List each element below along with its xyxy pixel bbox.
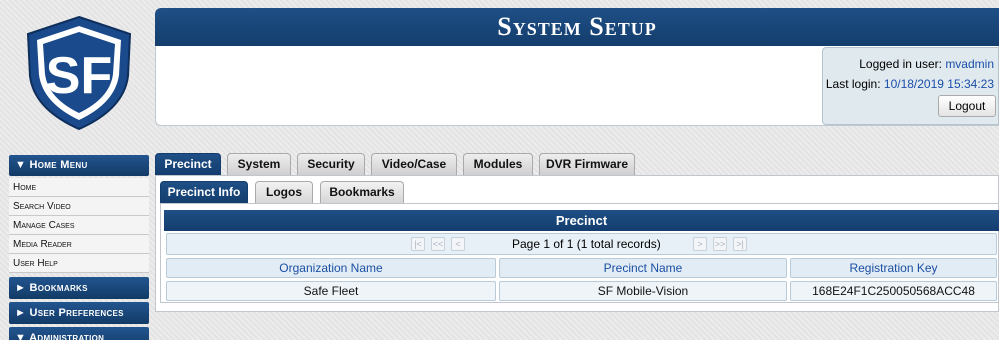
- table-cell-precinct-name[interactable]: SF Mobile-Vision: [499, 281, 787, 301]
- next-icon[interactable]: >: [693, 237, 707, 251]
- logo-text: SF: [46, 47, 112, 105]
- logout-button[interactable]: Logout: [938, 95, 996, 117]
- last-page-icon[interactable]: >|: [733, 237, 747, 251]
- last-login-label: Last login:: [825, 77, 881, 91]
- prev-icon[interactable]: <: [451, 237, 465, 251]
- home-menu-header[interactable]: ▼ Home Menu: [9, 155, 149, 176]
- tab-dvr-firmware[interactable]: DVR Firmware: [539, 153, 635, 175]
- column-header-organization-name[interactable]: Organization Name: [166, 258, 496, 278]
- sidebar-item-manage-cases[interactable]: Manage Cases: [9, 216, 149, 235]
- subtab-precinct-info[interactable]: Precinct Info: [160, 181, 248, 203]
- prev-page-icon[interactable]: <<: [431, 237, 445, 251]
- login-info: Logged in user: mvadmin Last login: 10/1…: [822, 47, 999, 125]
- last-login-value: 10/18/2019 15:34:23: [883, 77, 994, 91]
- sidebar-item-media-reader[interactable]: Media Reader: [9, 235, 149, 254]
- table-cell-registration-key[interactable]: 168E24F1C250050568ACC48: [790, 281, 997, 301]
- page-title: System Setup: [155, 8, 999, 46]
- administration-menu-header[interactable]: ▼ Administration: [9, 327, 149, 340]
- tab-system[interactable]: System: [227, 153, 291, 175]
- tab-video-case[interactable]: Video/Case: [371, 153, 457, 175]
- tab-precinct[interactable]: Precinct: [155, 153, 221, 175]
- column-header-precinct-name[interactable]: Precinct Name: [499, 258, 787, 278]
- next-page-icon[interactable]: >>: [713, 237, 727, 251]
- grid-title: Precinct: [164, 210, 999, 231]
- logged-in-user[interactable]: mvadmin: [945, 57, 994, 71]
- pager: |< << < Page 1 of 1 (1 total records) > …: [166, 233, 997, 255]
- pager-info: Page 1 of 1 (1 total records): [512, 237, 661, 251]
- safe-fleet-logo: SF: [26, 15, 132, 131]
- tab-modules[interactable]: Modules: [463, 153, 533, 175]
- logged-in-label: Logged in user:: [859, 57, 942, 71]
- sidebar-item-search-video[interactable]: Search Video: [9, 197, 149, 216]
- subtab-logos[interactable]: Logos: [255, 181, 313, 203]
- column-header-registration-key[interactable]: Registration Key: [790, 258, 997, 278]
- bookmarks-menu-header[interactable]: ► Bookmarks: [9, 277, 149, 299]
- sidebar-item-user-help[interactable]: User Help: [9, 254, 149, 273]
- table-cell-organization-name[interactable]: Safe Fleet: [166, 281, 496, 301]
- first-page-icon[interactable]: |<: [411, 237, 425, 251]
- subtab-bookmarks[interactable]: Bookmarks: [320, 181, 404, 203]
- sidebar-item-home[interactable]: Home: [9, 178, 149, 197]
- sidebar: ▼ Home Menu Home Search Video Manage Cas…: [9, 155, 149, 340]
- user-preferences-menu-header[interactable]: ► User Preferences: [9, 302, 149, 324]
- tab-security[interactable]: Security: [297, 153, 365, 175]
